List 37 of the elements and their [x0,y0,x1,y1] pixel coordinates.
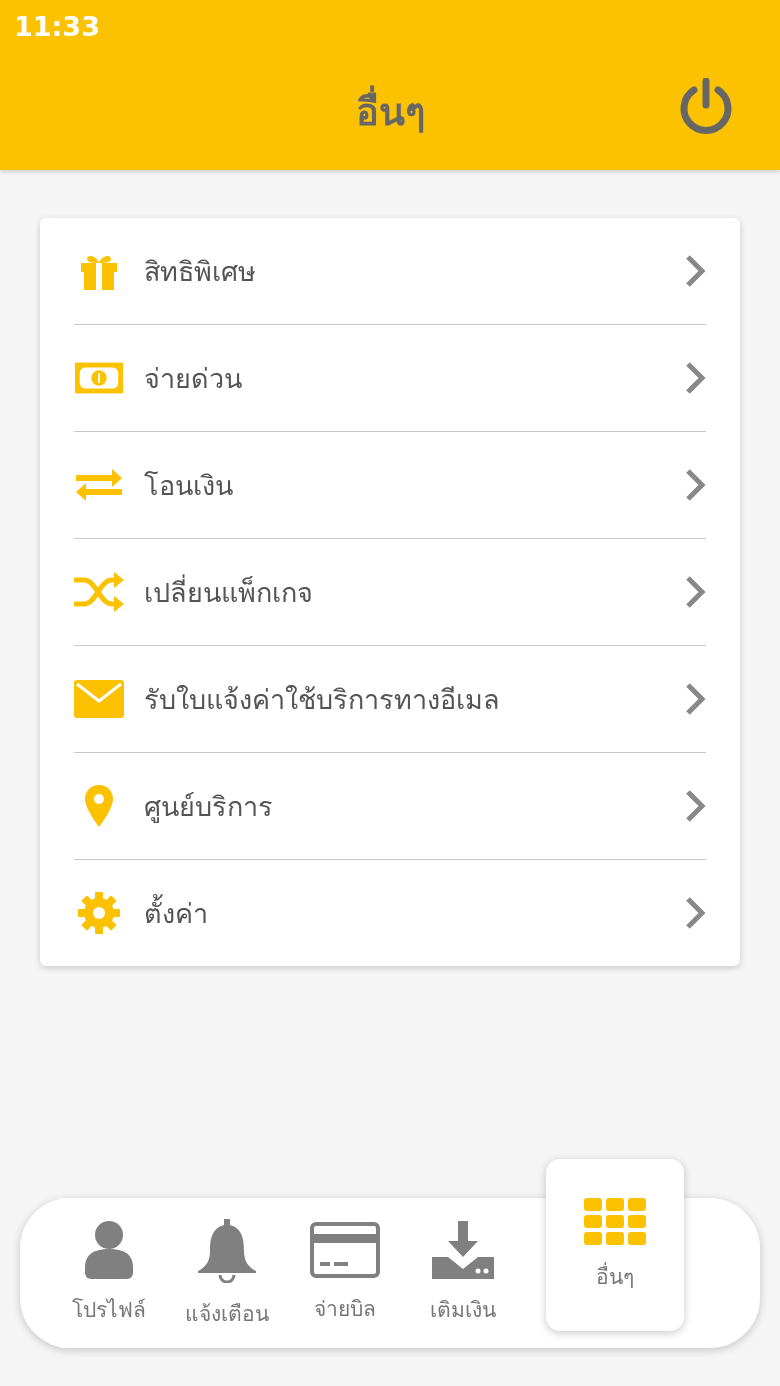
power-icon [678,78,734,134]
chevron-right-icon [684,254,706,288]
chevron-right-icon [684,575,706,609]
chevron-right-icon [684,682,706,716]
location-pin-icon [84,785,114,827]
download-tray-icon [432,1220,494,1279]
gear-icon [78,892,120,934]
menu-item[interactable]: สิทธิพิเศษ [74,218,706,324]
power-button[interactable] [678,78,734,134]
chevron-right-icon [684,361,706,395]
person-icon [85,1220,133,1279]
menu-item[interactable]: จ่ายด่วน [74,324,706,431]
menu-label: จ่ายด่วน [144,361,243,396]
credit-card-icon [310,1221,380,1278]
menu-item[interactable]: ตั้งค่า [74,859,706,966]
menu-label: โอนเงิน [144,468,234,503]
menu-label: ศูนย์บริการ [144,789,274,825]
shuffle-icon [74,572,124,612]
chevron-right-icon [684,896,706,930]
menu-item[interactable]: เปลี่ยนแพ็กเกจ [74,538,706,645]
menu-label: เปลี่ยนแพ็กเกจ [144,573,314,610]
banknote-icon [74,361,124,395]
menu-item[interactable]: ศูนย์บริการ [74,752,706,859]
page-title: อื่นๆ [355,80,425,142]
menu-label: รับใบแจ้งค่าใช้บริการทางอีเมล [144,682,501,717]
nav-tab[interactable]: อื่นๆ [546,1159,684,1331]
bell-icon [197,1216,257,1283]
status-time: 11:33 [14,10,100,42]
menu-label: สิทธิพิเศษ [144,254,257,289]
menu-item[interactable]: โอนเงิน [74,431,706,538]
chevron-right-icon [684,468,706,502]
chevron-right-icon [684,789,706,823]
menu-item[interactable]: รับใบแจ้งค่าใช้บริการทางอีเมล [74,645,706,752]
grid-icon [584,1197,646,1246]
menu-label: ตั้งค่า [144,891,664,935]
envelope-icon [74,680,124,718]
swap-arrows-icon [74,467,124,503]
